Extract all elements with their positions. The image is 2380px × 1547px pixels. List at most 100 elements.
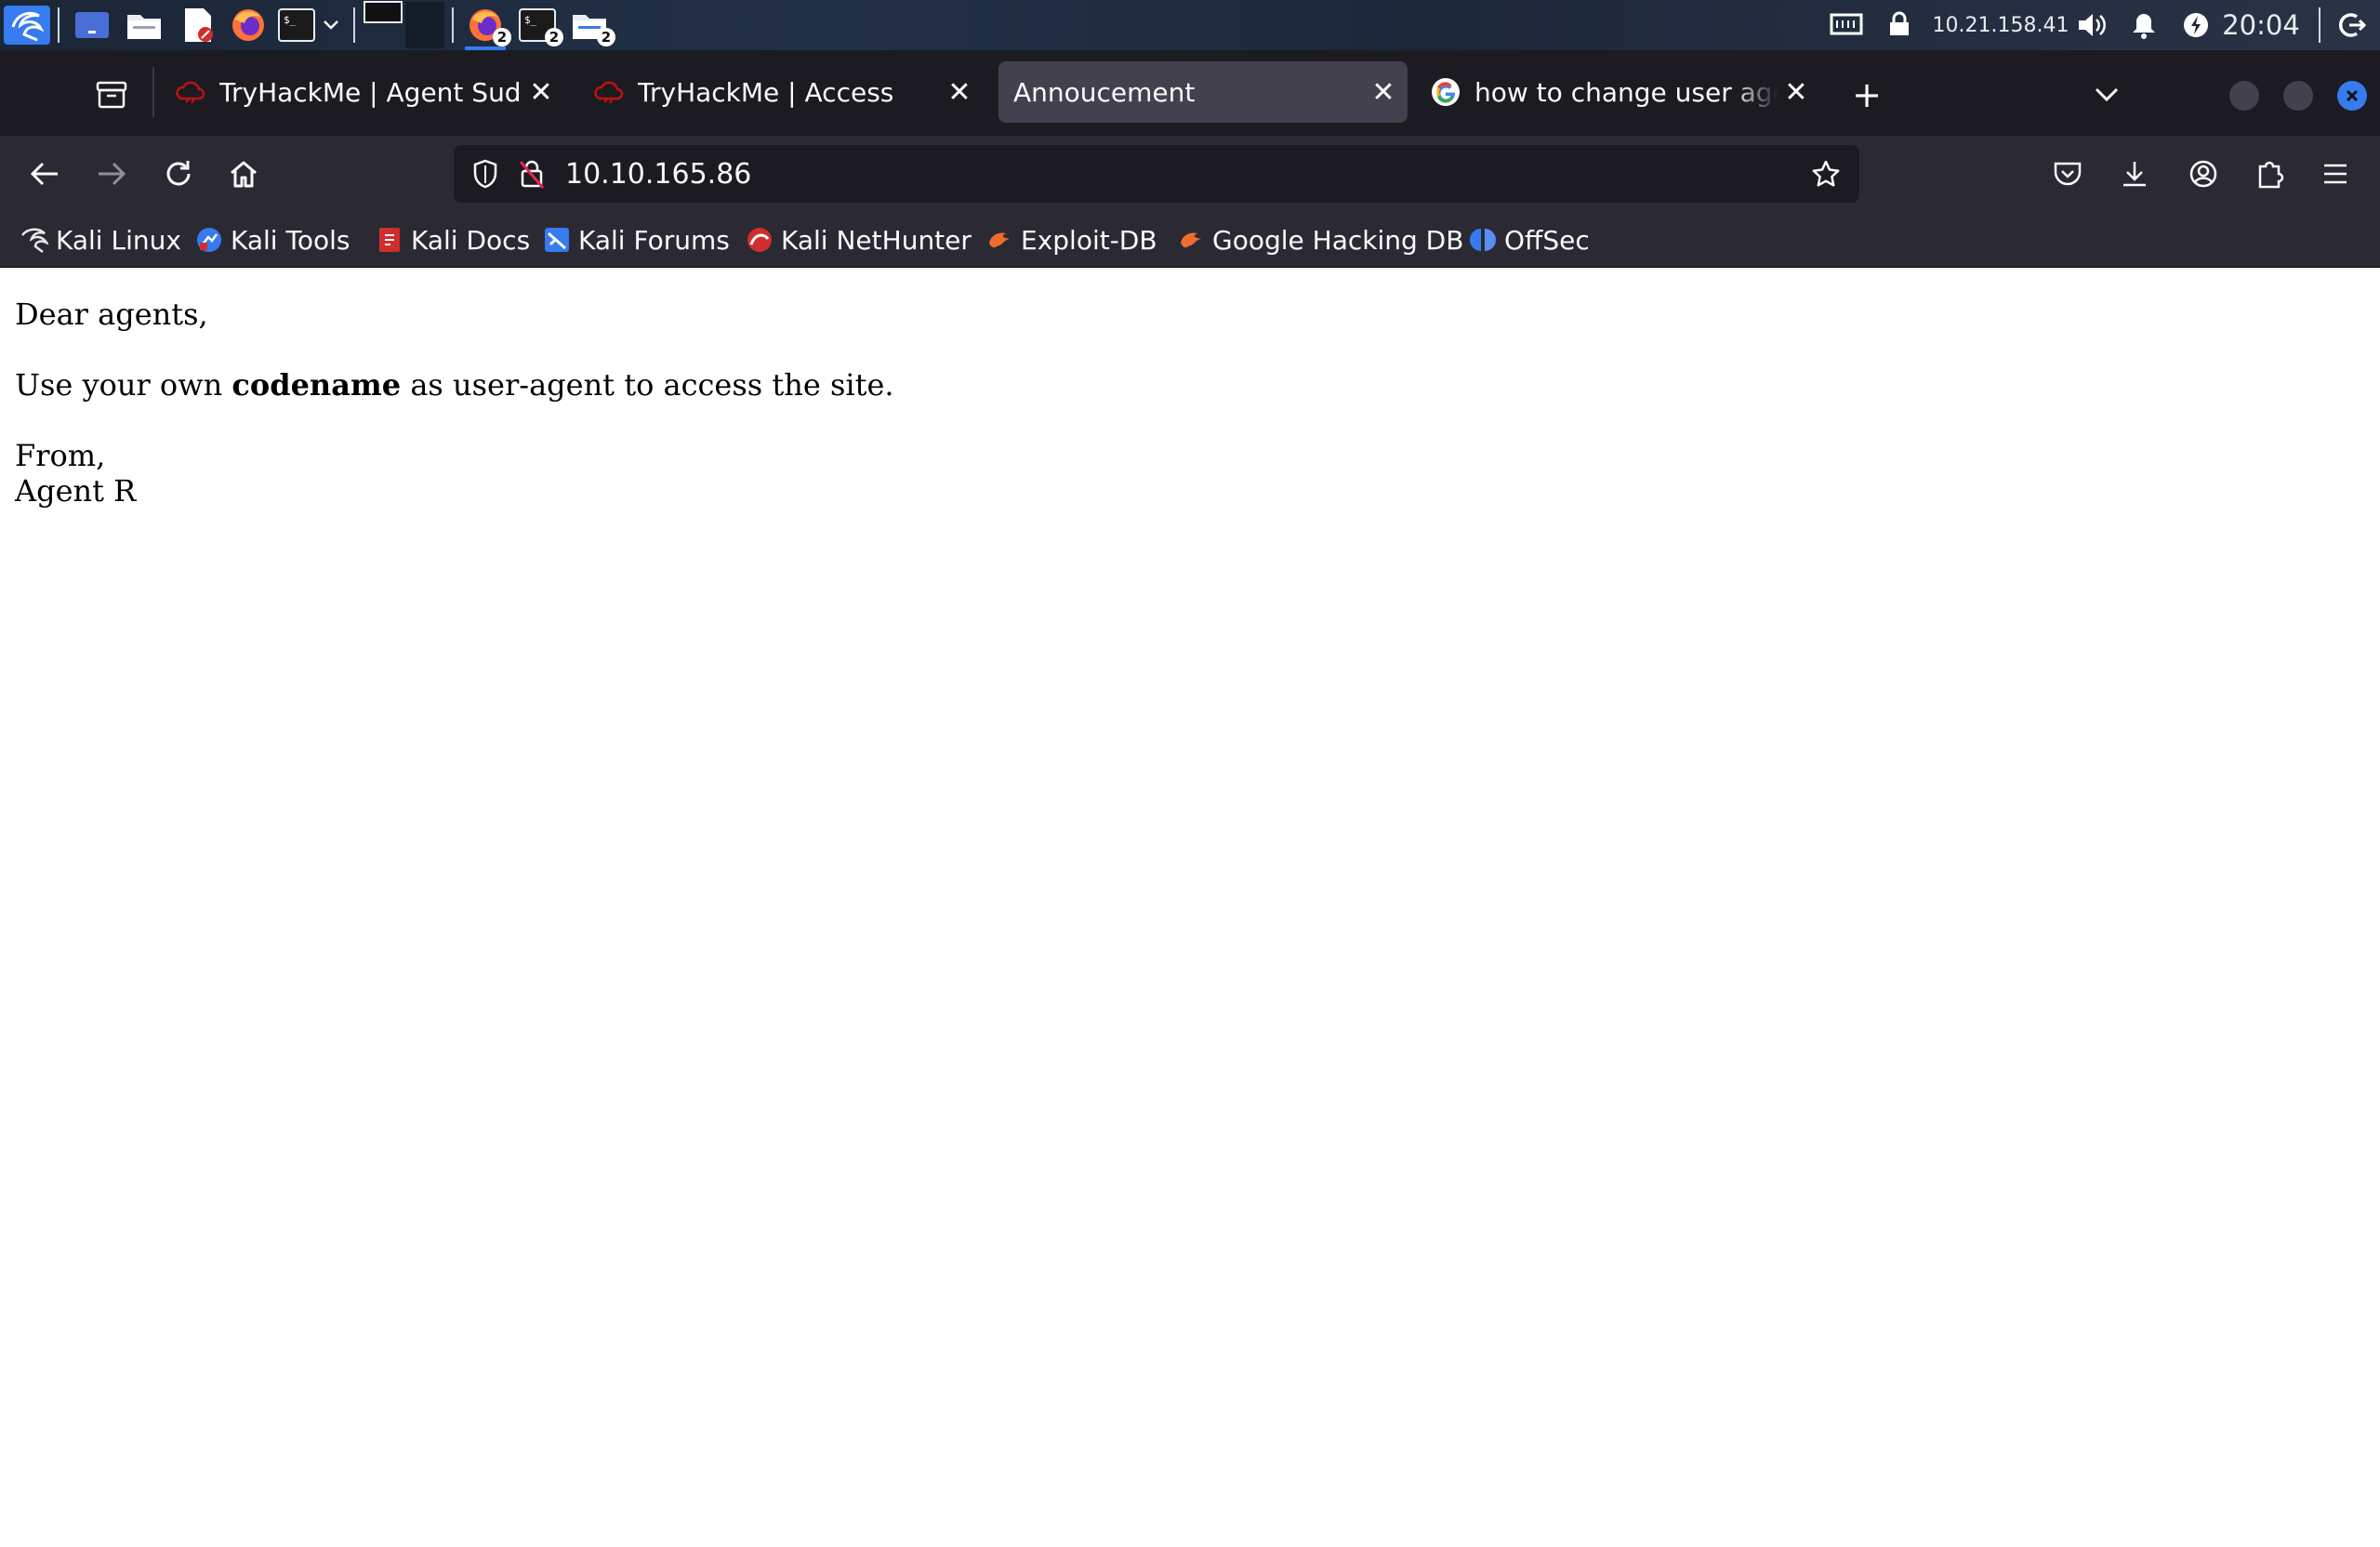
vpn-ip-address: 10.21.158.41	[1932, 13, 2069, 37]
pocket-icon[interactable]	[2045, 152, 2090, 196]
tab-title: TryHackMe | Agent Sudo	[219, 76, 522, 108]
signoff-name: Agent R	[15, 473, 137, 509]
google-icon	[1430, 76, 1461, 108]
list-all-tabs-chevron-icon[interactable]	[2086, 74, 2127, 115]
tab-how-to-change-user-agent[interactable]: how to change user agent ✕	[1415, 61, 1820, 123]
desktop-top-panel: $_ 2 $_ 2 2 10.21.158.41 20:04	[0, 0, 2380, 50]
kali-dragon-icon	[20, 226, 48, 254]
url-text[interactable]: 10.10.165.86	[565, 158, 751, 191]
volume-icon[interactable]	[2073, 6, 2110, 45]
vpn-lock-icon[interactable]	[1885, 6, 1913, 45]
logout-power-icon[interactable]	[2334, 6, 2371, 45]
workspace-pager[interactable]	[361, 0, 448, 50]
url-bar[interactable]: 10.10.165.86	[454, 145, 1859, 203]
panel-separator	[58, 7, 60, 43]
close-tab-icon[interactable]: ✕	[522, 73, 560, 111]
bookmark-label: OffSec	[1504, 224, 1590, 256]
app-menu-hamburger-icon[interactable]	[2313, 152, 2358, 196]
ghdb-icon	[1177, 226, 1205, 254]
bookmark-kali-forums[interactable]: Kali Forums	[543, 221, 730, 258]
forward-arrow-icon	[89, 152, 134, 196]
svg-text:$_: $_	[284, 14, 297, 26]
terminal-task-icon[interactable]: $_ 2	[517, 6, 563, 46]
close-tab-icon[interactable]: ✕	[941, 73, 978, 111]
back-arrow-icon[interactable]	[22, 152, 67, 196]
home-icon[interactable]	[221, 152, 266, 196]
bookmark-label: Kali Forums	[578, 224, 730, 256]
files-task-icon[interactable]: 2	[569, 6, 615, 46]
bookmark-label: Kali Docs	[411, 224, 531, 256]
firefox-view-icon[interactable]	[91, 76, 132, 113]
tab-separator	[152, 67, 154, 117]
instruction-suffix: as user-agent to access the site.	[401, 367, 894, 403]
codename-emphasis: codename	[231, 367, 402, 403]
bookmark-offsec[interactable]: OffSec	[1469, 221, 1590, 258]
panel-separator	[2319, 7, 2320, 43]
text-editor-icon[interactable]	[178, 6, 218, 45]
dropdown-chevron-icon[interactable]	[320, 6, 342, 45]
minimize-window-button[interactable]	[2229, 81, 2259, 111]
close-window-button[interactable]	[2337, 81, 2367, 111]
signoff-from: From,	[15, 438, 106, 473]
tab-title: how to change user agent	[1474, 76, 1778, 108]
tryhackme-icon	[593, 76, 625, 108]
browser-tab-strip: TryHackMe | Agent Sudo ✕ TryHackMe | Acc…	[0, 50, 2380, 136]
workspace-icon[interactable]	[73, 6, 112, 45]
bookmark-google-hacking-db[interactable]: Google Hacking DB	[1177, 221, 1463, 258]
tryhackme-icon	[175, 76, 206, 108]
bookmark-kali-linux[interactable]: Kali Linux	[20, 221, 181, 258]
tab-tryhackme-agent-sudo[interactable]: TryHackMe | Agent Sudo ✕	[160, 61, 565, 123]
downloads-icon[interactable]	[2112, 152, 2157, 196]
bookmarks-toolbar: Kali Linux Kali Tools Kali Docs Kali For…	[0, 212, 2380, 268]
greeting-text: Dear agents,	[15, 297, 208, 332]
page-content: Dear agents, Use your own codename as us…	[0, 269, 2380, 1547]
kali-tools-icon	[195, 226, 223, 254]
nethunter-icon	[746, 226, 774, 254]
bookmark-kali-nethunter[interactable]: Kali NetHunter	[746, 221, 972, 258]
account-icon[interactable]	[2181, 152, 2226, 196]
tab-title: TryHackMe | Access	[638, 76, 894, 108]
clock[interactable]: 20:04	[2220, 6, 2302, 45]
bookmark-label: Kali Linux	[56, 224, 181, 256]
close-tab-icon[interactable]: ✕	[1365, 73, 1402, 111]
insecure-connection-lock-icon[interactable]	[515, 155, 549, 192]
tab-title: Annoucement	[1013, 76, 1196, 108]
instruction-prefix: Use your own	[15, 367, 232, 403]
panel-separator	[353, 7, 355, 43]
bookmark-exploit-db[interactable]: Exploit-DB	[985, 221, 1157, 258]
files-icon[interactable]	[125, 6, 164, 45]
svg-text:$_: $_	[524, 14, 537, 26]
new-tab-button[interactable]: +	[1846, 74, 1887, 115]
navigation-toolbar: 10.10.165.86	[0, 136, 2380, 212]
tab-annoucement[interactable]: Annoucement ✕	[998, 61, 1408, 123]
bookmark-star-icon[interactable]	[1807, 155, 1844, 192]
bookmark-label: Google Hacking DB	[1212, 224, 1464, 256]
bookmark-kali-tools[interactable]: Kali Tools	[195, 221, 350, 258]
bookmark-label: Kali Tools	[231, 224, 350, 256]
reload-icon[interactable]	[156, 152, 201, 196]
tracking-protection-shield-icon[interactable]	[469, 155, 502, 192]
firefox-window-count-badge: 2	[493, 28, 511, 46]
bookmark-label: Kali NetHunter	[781, 224, 972, 256]
kali-docs-icon	[376, 226, 403, 254]
close-tab-icon[interactable]: ✕	[1778, 73, 1815, 111]
firefox-task-icon[interactable]: 2	[465, 6, 511, 46]
power-manager-icon[interactable]	[2179, 6, 2213, 45]
exploit-db-icon	[985, 226, 1013, 254]
terminal-icon[interactable]: $_	[277, 6, 316, 45]
bookmark-label: Exploit-DB	[1021, 224, 1157, 256]
panel-separator	[452, 7, 454, 43]
terminal-window-count-badge: 2	[545, 28, 563, 46]
files-window-count-badge: 2	[597, 28, 615, 46]
network-icon[interactable]	[1828, 6, 1865, 45]
kali-forums-icon	[543, 226, 571, 254]
kali-menu-icon[interactable]	[4, 6, 50, 45]
notifications-bell-icon[interactable]	[2127, 6, 2161, 45]
extensions-puzzle-icon[interactable]	[2248, 152, 2293, 196]
offsec-icon	[1469, 226, 1497, 254]
bookmark-kali-docs[interactable]: Kali Docs	[376, 221, 530, 258]
tab-tryhackme-access[interactable]: TryHackMe | Access ✕	[578, 61, 984, 123]
firefox-launcher-icon[interactable]	[229, 6, 268, 45]
instruction-text: Use your own codename as user-agent to a…	[15, 367, 2365, 403]
maximize-window-button[interactable]	[2283, 81, 2313, 111]
